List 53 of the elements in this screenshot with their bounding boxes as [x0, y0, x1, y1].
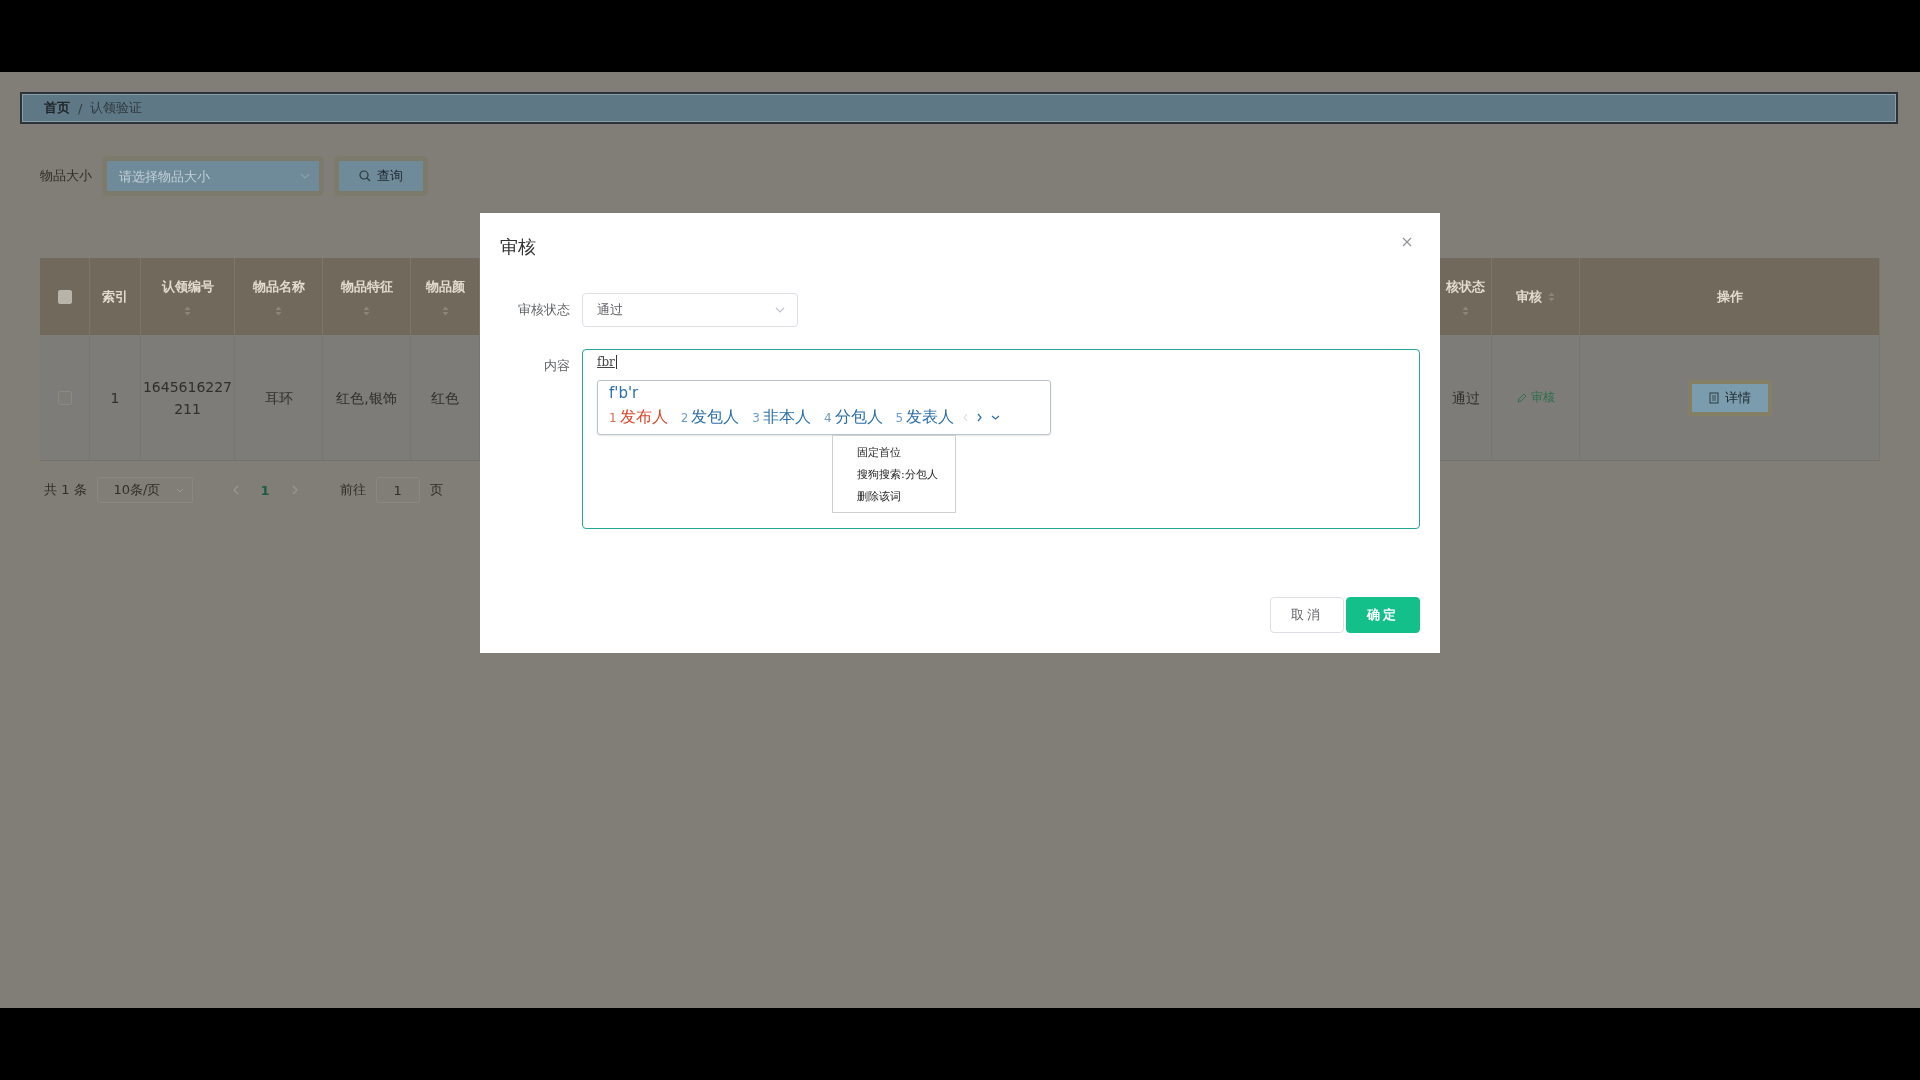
- search-button[interactable]: 查询: [334, 156, 428, 196]
- column-header: 操作: [1716, 287, 1743, 306]
- page-suffix: 页: [429, 481, 443, 499]
- details-button[interactable]: 详情: [1687, 379, 1772, 416]
- goto-label: 前往: [339, 481, 366, 499]
- dialog-title: 审核: [500, 235, 536, 259]
- document-icon: [1708, 391, 1719, 404]
- ime-candidate[interactable]: 2 发包人: [680, 407, 740, 428]
- column-header: 认领编号: [161, 277, 214, 296]
- checkbox[interactable]: [57, 289, 72, 304]
- ime-candidate[interactable]: 4 分包人: [823, 407, 883, 428]
- ime-composition: f'b'r: [609, 383, 640, 403]
- table-cell-text: 耳环: [263, 388, 294, 408]
- chevron-down-icon: [300, 173, 310, 179]
- size-select[interactable]: 请选择物品大小: [102, 156, 324, 196]
- table-cell-text: 1645616227211: [142, 377, 233, 419]
- status-select[interactable]: 通过: [582, 293, 798, 327]
- breadcrumb-separator: /: [78, 100, 83, 116]
- column-header: 物品名称: [252, 277, 305, 296]
- close-icon[interactable]: [1402, 237, 1412, 247]
- chevron-left-icon: [232, 485, 239, 495]
- table-cell-text: 通过: [1450, 388, 1481, 408]
- pencil-icon: [1516, 392, 1527, 403]
- column-header: 核状态: [1446, 277, 1485, 296]
- table-cell-text: 1: [109, 388, 121, 408]
- field-label: 审核状态: [517, 301, 571, 319]
- ime-candidate[interactable]: 1 发布人: [609, 407, 668, 428]
- field-label: 内容: [543, 357, 571, 375]
- breadcrumb-item: 认领验证: [90, 99, 143, 117]
- chevron-down-icon: [991, 415, 1001, 420]
- chevron-left-icon: [963, 413, 969, 422]
- table-cell-text: 红色,银饰: [335, 388, 398, 408]
- chevron-down-icon: [775, 307, 785, 313]
- chevron-down-icon: [175, 487, 184, 493]
- column-header: 索引: [102, 287, 128, 306]
- chevron-right-icon: [977, 413, 983, 422]
- total-count: 共 1 条: [44, 481, 87, 499]
- column-header: 物品颜: [425, 277, 465, 296]
- filter-label: 物品大小: [40, 167, 92, 185]
- breadcrumb-item[interactable]: 首页: [44, 99, 70, 117]
- menu-item[interactable]: 删除该词: [833, 486, 955, 508]
- menu-item[interactable]: 固定首位: [833, 442, 955, 464]
- chevron-right-icon: [291, 485, 298, 495]
- page-input[interactable]: 1: [375, 477, 420, 503]
- table-cell-text: 红色: [430, 388, 460, 408]
- column-header: 审核: [1516, 287, 1542, 306]
- page-size-select[interactable]: 10条/页: [96, 477, 193, 503]
- search-icon: [359, 170, 371, 182]
- ime-candidate[interactable]: 5 发表人: [895, 407, 955, 428]
- menu-item[interactable]: 搜狗搜索:分包人: [833, 464, 955, 486]
- cancel-button[interactable]: 取消: [1270, 597, 1344, 633]
- column-header: 物品特征: [340, 277, 393, 296]
- ime-candidate[interactable]: 3 非本人: [752, 407, 811, 428]
